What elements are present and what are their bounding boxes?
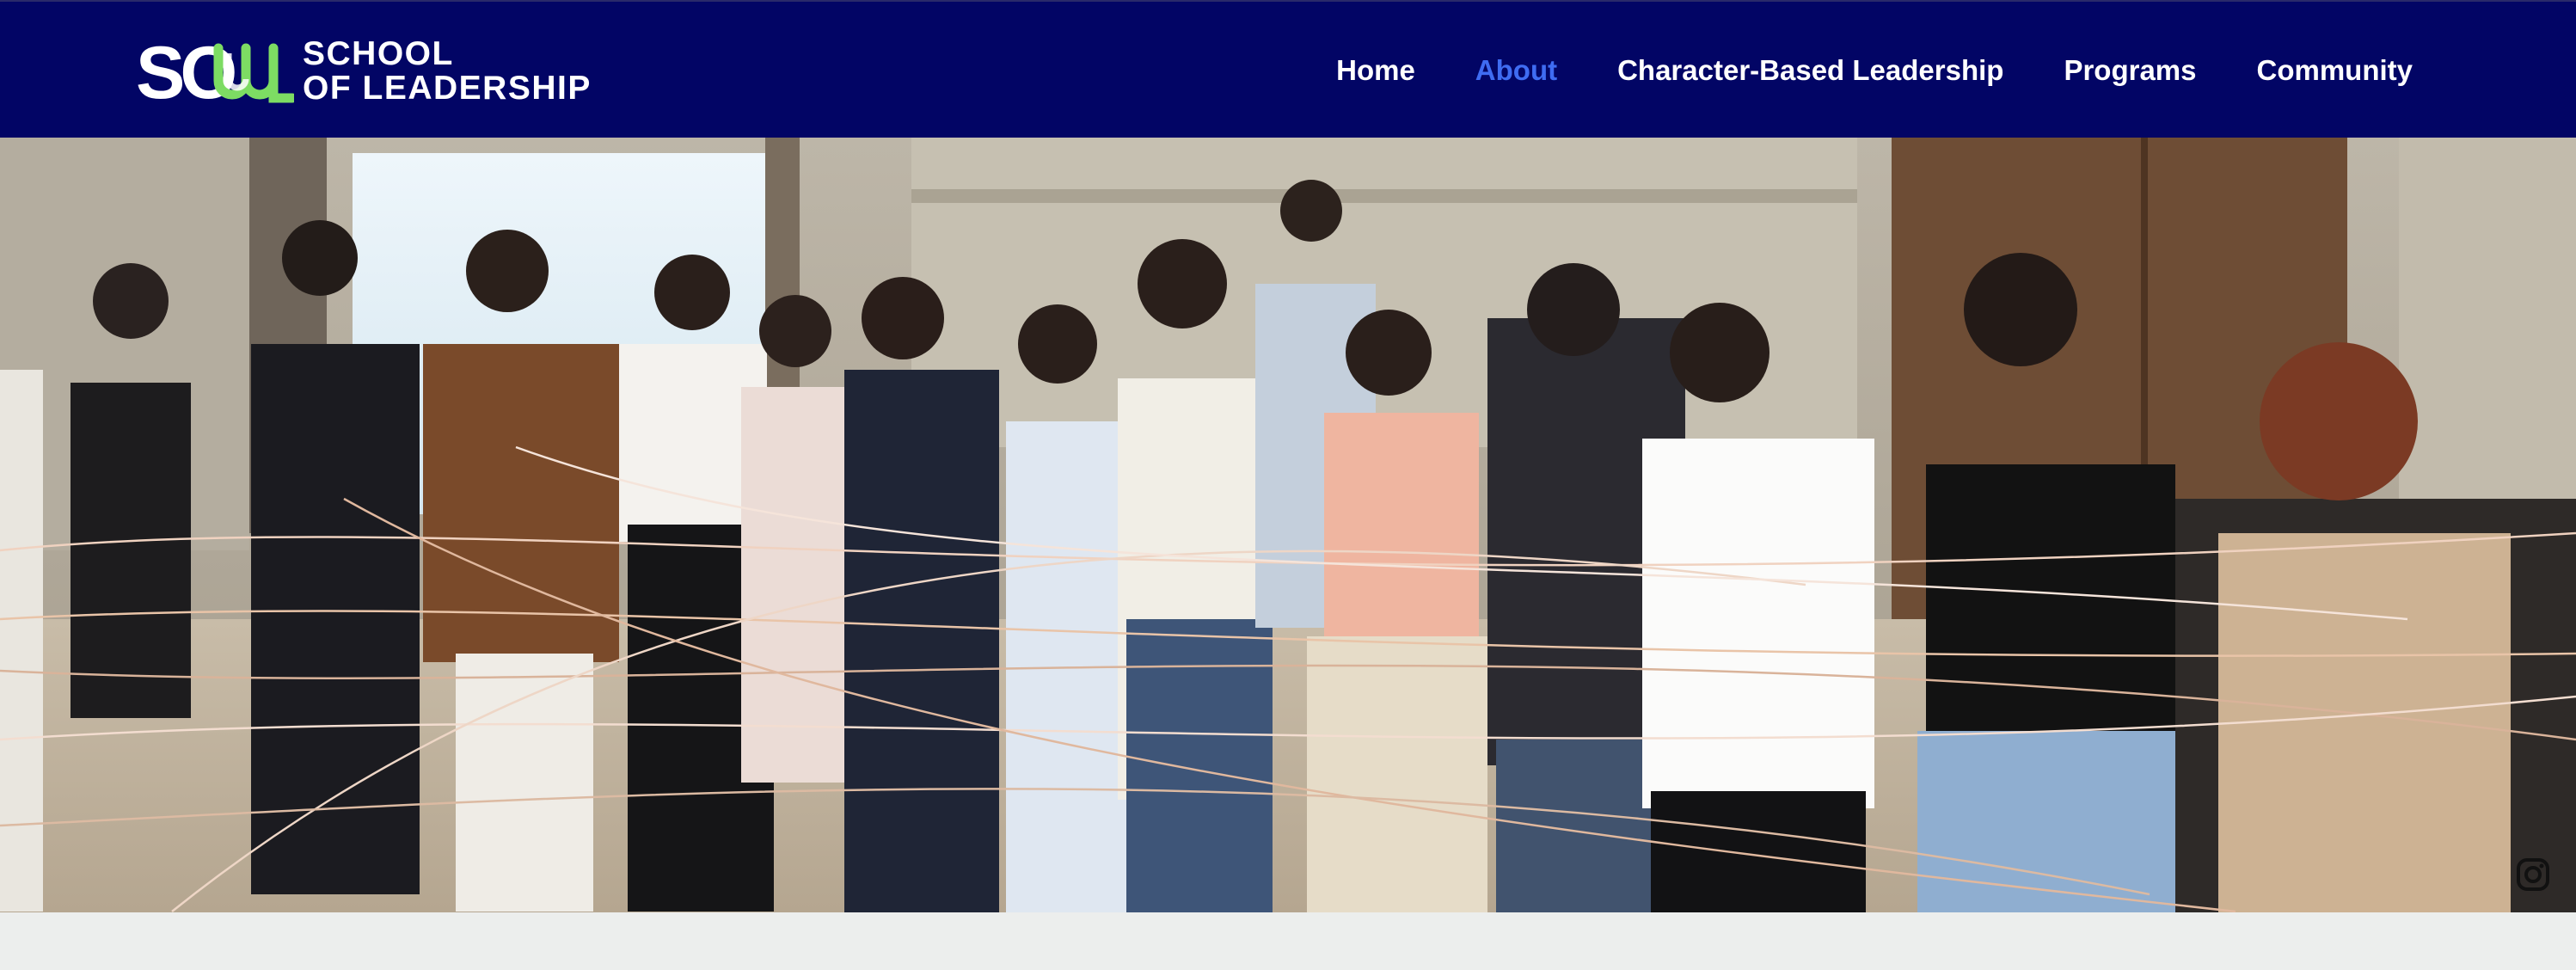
site-header: SO SCHOOL OF LEADERSHIP Home About Chara…: [0, 0, 2576, 138]
instagram-icon[interactable]: [2514, 856, 2552, 893]
site-logo[interactable]: SO SCHOOL OF LEADERSHIP: [136, 36, 592, 107]
nav-home[interactable]: Home: [1336, 54, 1415, 87]
logo-line-2: OF LEADERSHIP: [303, 70, 592, 107]
social-links: [2514, 856, 2552, 912]
nav-community[interactable]: Community: [2257, 54, 2413, 87]
content-section-top: [0, 912, 2576, 970]
logo-line-1: SCHOOL: [303, 35, 454, 72]
nav-about[interactable]: About: [1475, 54, 1557, 87]
soul-logo-mark-icon: SO: [136, 36, 294, 107]
nav-character-based-leadership[interactable]: Character-Based Leadership: [1617, 54, 2003, 87]
logo-wordmark: SCHOOL OF LEADERSHIP: [303, 37, 592, 106]
nav-programs[interactable]: Programs: [2064, 54, 2196, 87]
main-nav: Home About Character-Based Leadership Pr…: [1336, 2, 2413, 139]
hero-banner: [0, 138, 2576, 912]
hero-photo: [0, 138, 2576, 912]
